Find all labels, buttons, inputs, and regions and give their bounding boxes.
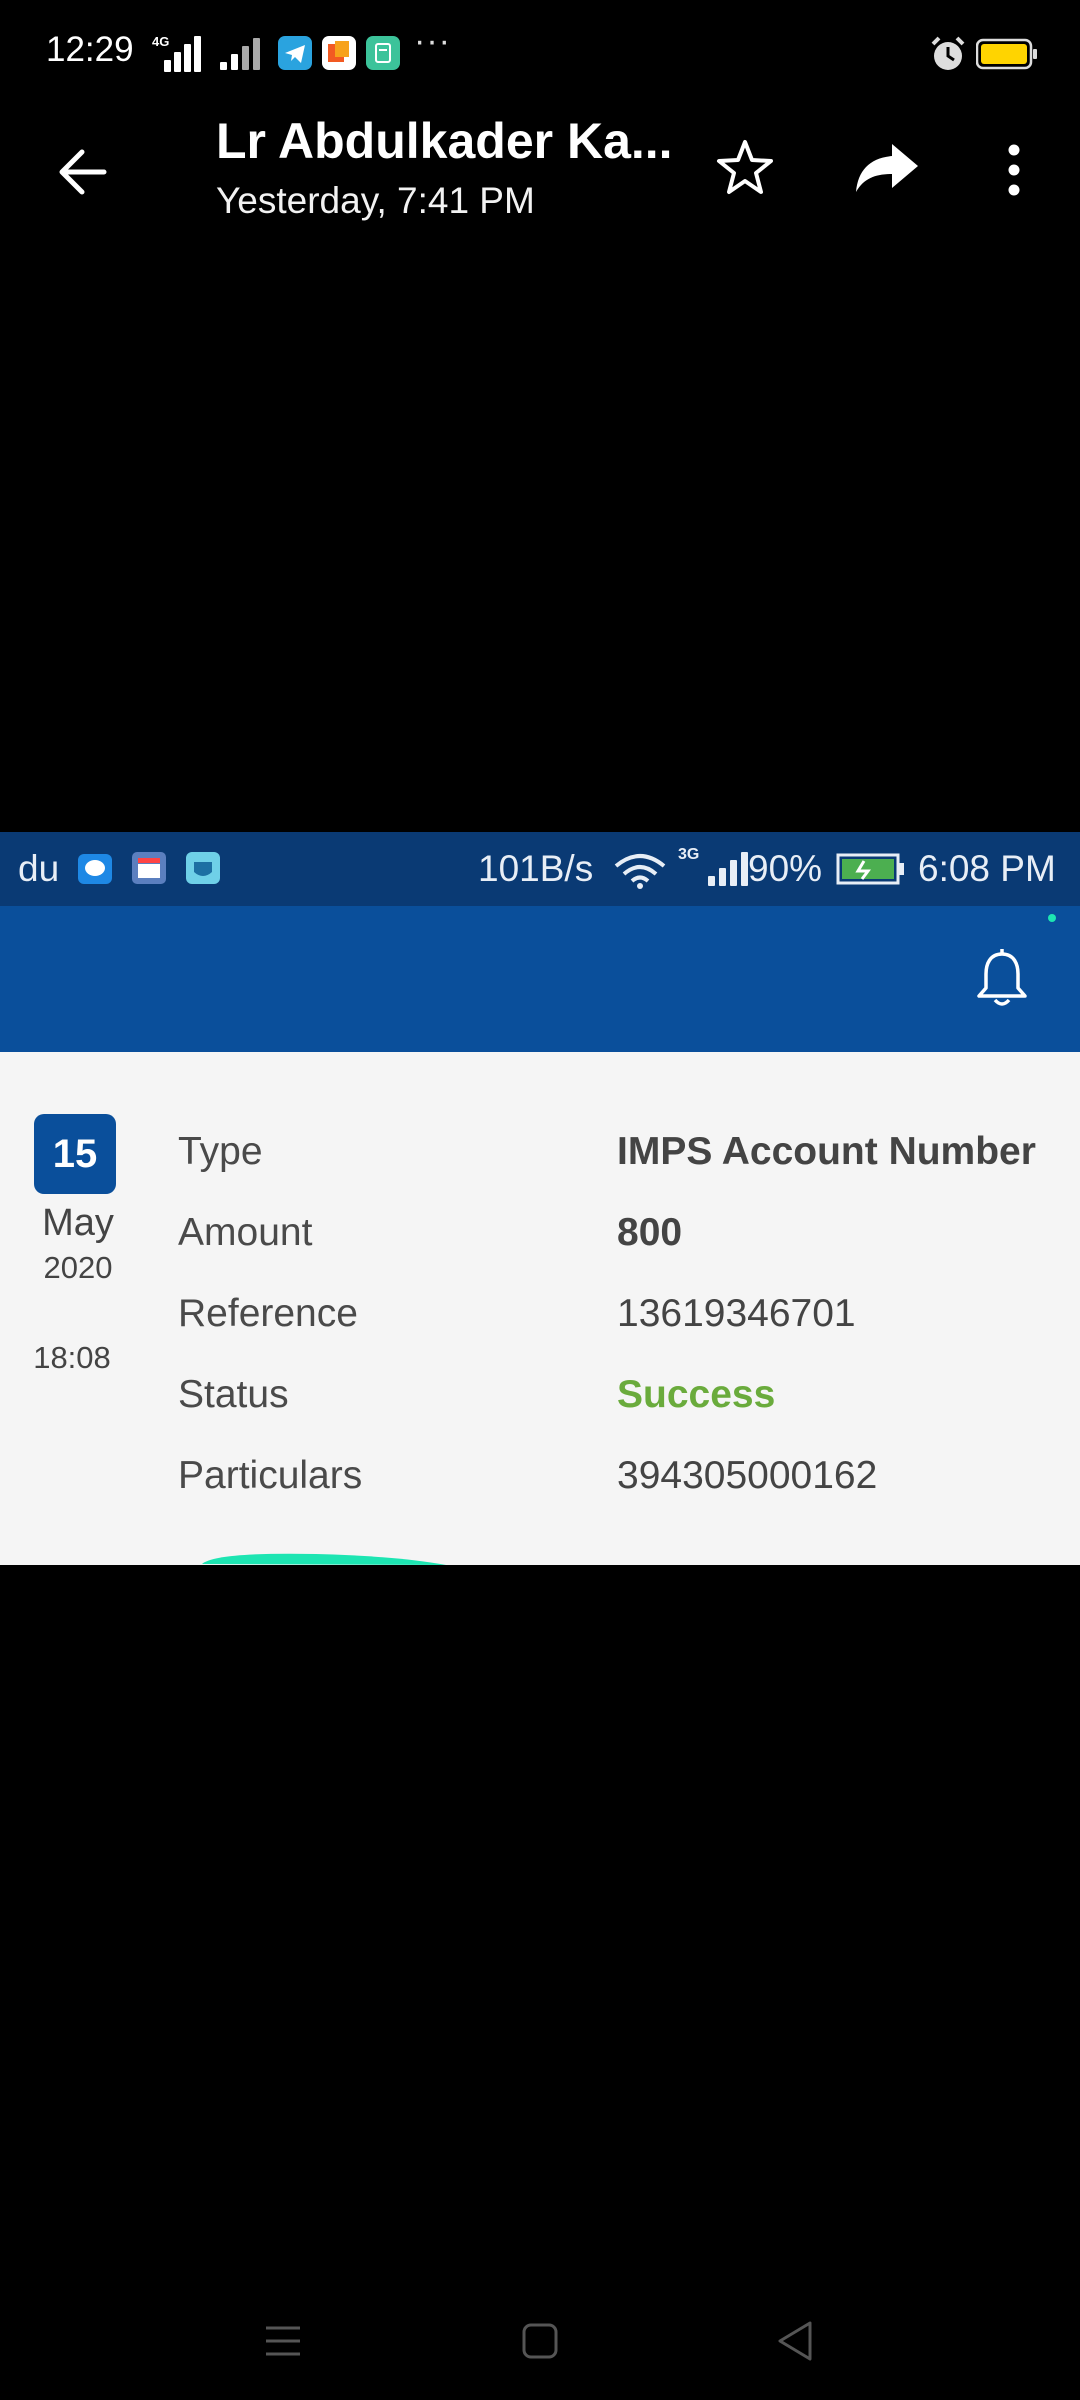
wifi-icon (612, 850, 668, 890)
star-icon (717, 140, 773, 194)
battery-charging-icon (836, 852, 906, 886)
signal-icon: 4G (150, 34, 210, 72)
more-vertical-icon (1008, 144, 1020, 196)
transaction-time: 18:08 (33, 1340, 111, 1375)
indicator-dot (1048, 914, 1056, 922)
type-value: IMPS Account Number (617, 1130, 1036, 1173)
sender-title: Lr Abdulkader Ka... (216, 113, 673, 169)
forward-button[interactable] (852, 138, 922, 198)
cellular-signal-icon: 3G (676, 846, 748, 892)
image-battery-percent: 90% (748, 848, 823, 889)
status-bar: 12:29 4G ··· (0, 0, 1080, 110)
forward-arrow-icon (856, 144, 918, 192)
reference-value: 13619346701 (617, 1292, 856, 1335)
network-type: 4G (152, 34, 170, 49)
highlight-stroke (196, 1548, 446, 1565)
home-button[interactable] (519, 2320, 561, 2362)
back-button[interactable] (52, 140, 116, 204)
status-time: 12:29 (46, 30, 134, 69)
alarm-icon (928, 34, 968, 74)
battery-icon (975, 38, 1038, 70)
image-status-bar: du 101B/s 3G 90% 6:08 PM (0, 832, 1080, 906)
home-square-icon (522, 2323, 558, 2359)
image-time: 6:08 PM (918, 848, 1056, 889)
transaction-year: 2020 (43, 1250, 113, 1285)
image-app-header (0, 906, 1080, 1052)
star-button[interactable] (712, 134, 778, 200)
message-timestamp: Yesterday, 7:41 PM (216, 180, 535, 221)
reference-label: Reference (178, 1292, 358, 1335)
amount-value: 800 (617, 1211, 683, 1254)
app-icon (366, 36, 400, 70)
amount-label: Amount (178, 1211, 313, 1254)
signal-icon (218, 36, 264, 70)
transaction-card (0, 1052, 1080, 1565)
news-icon (132, 852, 166, 884)
back-arrow-icon (59, 149, 107, 195)
more-notifications-icon: ··· (414, 22, 451, 60)
image-network-type: 3G (678, 846, 700, 863)
type-label: Type (178, 1130, 263, 1173)
particulars-value: 394305000162 (617, 1454, 878, 1497)
transaction-month: May (42, 1202, 114, 1244)
message-icon (78, 854, 112, 884)
system-navigation-bar (0, 2280, 1080, 2400)
app-icon (186, 852, 220, 884)
notification-bell-icon (974, 948, 1030, 1010)
overflow-menu-button[interactable] (990, 140, 1038, 200)
app-icon (322, 36, 356, 70)
recent-apps-button[interactable] (262, 2322, 304, 2360)
status-label: Status (178, 1373, 289, 1416)
transaction-day: 15 (34, 1114, 116, 1194)
image-carrier: du (18, 848, 60, 889)
back-triangle-icon (778, 2321, 812, 2361)
back-nav-button[interactable] (774, 2318, 818, 2364)
particulars-label: Particulars (178, 1454, 363, 1497)
image-network-speed: 101B/s (478, 848, 594, 889)
status-value: Success (617, 1373, 776, 1416)
telegram-icon (278, 36, 312, 70)
menu-icon (266, 2326, 300, 2356)
